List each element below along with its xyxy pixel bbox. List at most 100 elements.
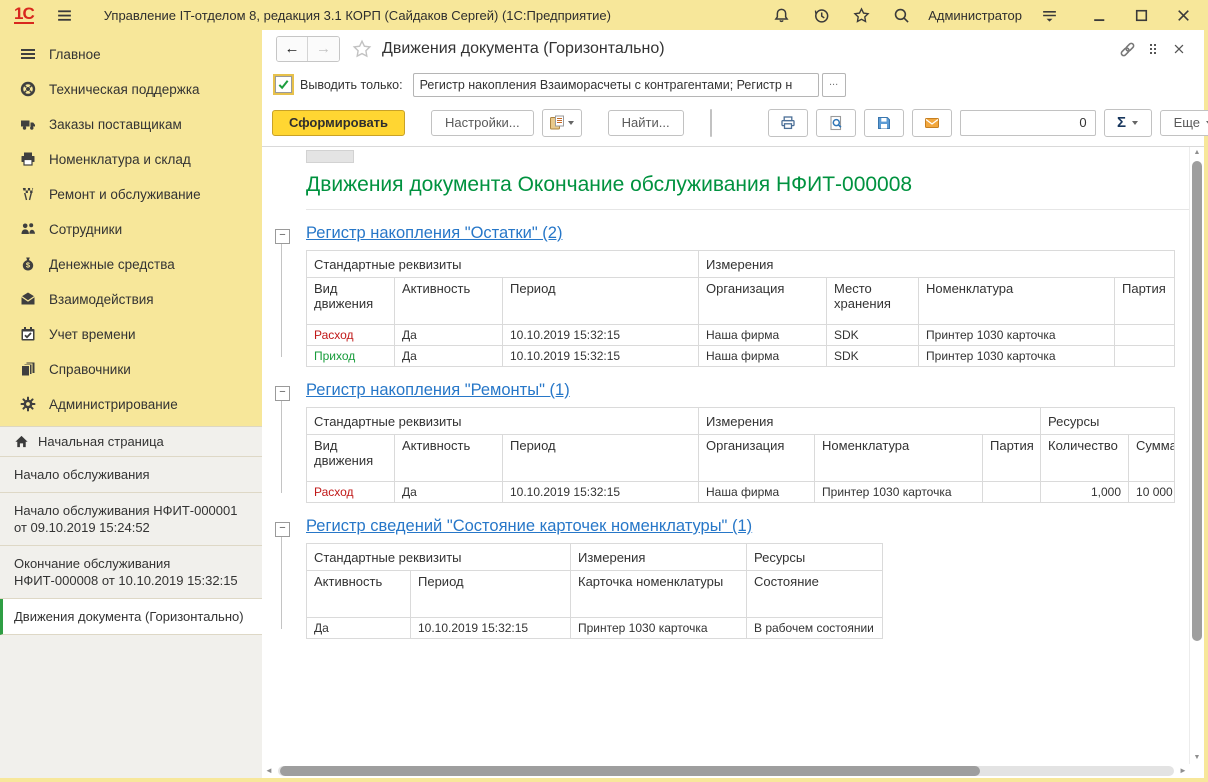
service-menu-icon[interactable] bbox=[1036, 4, 1062, 26]
sidebar-item-money-bag[interactable]: $Денежные средства bbox=[0, 247, 262, 282]
forward-button[interactable]: → bbox=[308, 37, 339, 61]
register-link[interactable]: Регистр накопления "Ремонты" (1) bbox=[306, 377, 1174, 407]
column-header-cell: Активность bbox=[307, 571, 411, 618]
sidebar-item-envelope[interactable]: Взаимодействия bbox=[0, 282, 262, 317]
sidebar-item-menu-lines[interactable]: Главное bbox=[0, 37, 262, 72]
autosum-button[interactable]: Σ bbox=[1104, 109, 1152, 137]
group-header-cell: Стандартные реквизиты bbox=[307, 408, 699, 435]
send-email-button[interactable] bbox=[912, 109, 952, 137]
table-cell: Да bbox=[307, 618, 411, 639]
scroll-right-arrow[interactable]: ► bbox=[1176, 764, 1190, 778]
group-header-cell: Ресурсы bbox=[747, 544, 883, 571]
generate-button[interactable]: Сформировать bbox=[272, 110, 405, 136]
preview-button[interactable] bbox=[816, 109, 856, 137]
table-cell: Принтер 1030 карточка bbox=[919, 325, 1115, 346]
open-window-item[interactable]: Окончание обслуживания НФИТ-000008 от 10… bbox=[0, 546, 262, 599]
filter-registers-input[interactable] bbox=[413, 73, 819, 97]
filter-checkbox[interactable] bbox=[275, 76, 292, 93]
find-button[interactable]: Найти... bbox=[608, 110, 684, 136]
history-icon[interactable] bbox=[808, 4, 834, 26]
back-button[interactable]: ← bbox=[277, 37, 308, 61]
close-window-icon[interactable] bbox=[1166, 37, 1192, 61]
group-header-cell: Измерения bbox=[699, 408, 1041, 435]
vertical-scrollbar[interactable]: ▲ ▼ bbox=[1189, 147, 1204, 764]
table-cell: SDK bbox=[827, 325, 919, 346]
open-window-item[interactable]: Начало обслуживания bbox=[0, 457, 262, 493]
filter-choose-button[interactable]: ... bbox=[822, 73, 846, 97]
report-area: Движения документа Окончание обслуживани… bbox=[262, 146, 1204, 778]
table-cell: 10.10.2019 15:32:15 bbox=[503, 346, 699, 367]
sidebar-item-printer[interactable]: Номенклатура и склад bbox=[0, 142, 262, 177]
collapse-section-button[interactable]: − bbox=[275, 522, 290, 537]
table-cell: Принтер 1030 карточка bbox=[815, 482, 983, 503]
more-actions-button[interactable]: Еще bbox=[1160, 110, 1208, 136]
home-page-label: Начальная страница bbox=[38, 434, 164, 449]
page-title: Движения документа (Горизонтально) bbox=[382, 40, 665, 58]
table-cell: 10.10.2019 15:32:15 bbox=[503, 482, 699, 503]
column-header-cell: Период bbox=[503, 435, 699, 482]
sidebar-item-label: Главное bbox=[49, 47, 101, 62]
sidebar-item-truck[interactable]: Заказы поставщикам bbox=[0, 107, 262, 142]
column-header-cell: Партия bbox=[1115, 278, 1175, 325]
group-header-cell: Ресурсы bbox=[1041, 408, 1175, 435]
table-cell bbox=[1115, 325, 1175, 346]
print-button[interactable] bbox=[768, 109, 808, 137]
table-cell: Да bbox=[395, 325, 503, 346]
register-link[interactable]: Регистр сведений "Состояние карточек ном… bbox=[306, 513, 882, 543]
scroll-down-arrow[interactable]: ▼ bbox=[1190, 752, 1204, 764]
home-page-item[interactable]: Начальная страница bbox=[0, 427, 262, 457]
sidebar-item-life-buoy[interactable]: Техническая поддержка bbox=[0, 72, 262, 107]
open-window-item-active[interactable]: Движения документа (Горизонтально) bbox=[0, 599, 262, 635]
vertical-scroll-thumb[interactable] bbox=[1192, 161, 1202, 641]
column-header-cell: Место хранения bbox=[827, 278, 919, 325]
app-window: 1С Управление IT-отделом 8, редакция 3.1… bbox=[0, 0, 1208, 782]
sidebar-item-gear[interactable]: Администрирование bbox=[0, 387, 262, 422]
sum-value-field[interactable] bbox=[960, 110, 1096, 136]
register-link[interactable]: Регистр накопления "Остатки" (2) bbox=[306, 220, 1174, 250]
table-cell: 10.10.2019 15:32:15 bbox=[503, 325, 699, 346]
group-header-cell: Измерения bbox=[699, 251, 1175, 278]
scroll-up-arrow[interactable]: ▲ bbox=[1190, 147, 1204, 159]
life-buoy-icon bbox=[20, 81, 37, 98]
sidebar-item-people[interactable]: Сотрудники bbox=[0, 212, 262, 247]
column-header-cell: Активность bbox=[395, 435, 503, 482]
sidebar-item-label: Сотрудники bbox=[49, 222, 122, 237]
main-menu-icon[interactable] bbox=[52, 4, 78, 26]
column-header-cell: Вид движения bbox=[307, 435, 395, 482]
table-cell: Расход bbox=[307, 482, 395, 503]
save-button[interactable] bbox=[864, 109, 904, 137]
more-menu-icon[interactable] bbox=[1140, 37, 1166, 61]
open-window-item[interactable]: Начало обслуживания НФИТ-000001 от 09.10… bbox=[0, 493, 262, 546]
sidebar-item-label: Взаимодействия bbox=[49, 292, 154, 307]
scroll-left-arrow[interactable]: ◄ bbox=[262, 764, 276, 778]
close-button[interactable] bbox=[1170, 4, 1196, 26]
sidebar-item-calendar[interactable]: Учет времени bbox=[0, 317, 262, 352]
report-toolbar: Сформировать Настройки... Найти... bbox=[262, 103, 1204, 146]
filter-row: Выводить только: ... bbox=[262, 68, 1204, 103]
collapse-section-button[interactable]: − bbox=[275, 229, 290, 244]
sidebar-item-label: Ремонт и обслуживание bbox=[49, 187, 201, 202]
report-variants-button[interactable] bbox=[542, 109, 582, 137]
table-cell: Наша фирма bbox=[699, 325, 827, 346]
maximize-button[interactable] bbox=[1128, 4, 1154, 26]
gear-icon bbox=[20, 396, 37, 413]
collapse-section-button[interactable]: − bbox=[275, 386, 290, 401]
minimize-button[interactable] bbox=[1086, 4, 1112, 26]
search-icon[interactable] bbox=[888, 4, 914, 26]
main-content: ← → Движения документа (Горизонтально) В bbox=[262, 30, 1204, 778]
spreadsheet-corner-header bbox=[306, 150, 354, 163]
sidebar-item-books[interactable]: Справочники bbox=[0, 352, 262, 387]
favorites-star-icon[interactable] bbox=[848, 4, 874, 26]
settings-button[interactable]: Настройки... bbox=[431, 110, 534, 136]
sidebar-item-flags[interactable]: Ремонт и обслуживание bbox=[0, 177, 262, 212]
group-header-cell: Стандартные реквизиты bbox=[307, 251, 699, 278]
get-link-icon[interactable] bbox=[1114, 37, 1140, 61]
sections-menu: Главное Техническая поддержкаЗаказы поста… bbox=[0, 30, 262, 426]
notifications-bell-icon[interactable] bbox=[768, 4, 794, 26]
current-user[interactable]: Администратор bbox=[928, 8, 1022, 23]
sort-ascending-button[interactable] bbox=[711, 110, 712, 136]
favorite-star-icon[interactable] bbox=[352, 39, 372, 59]
horizontal-scrollbar[interactable]: ◄ ► bbox=[262, 764, 1190, 778]
horizontal-scroll-thumb[interactable] bbox=[280, 766, 980, 776]
truck-icon bbox=[20, 116, 37, 133]
